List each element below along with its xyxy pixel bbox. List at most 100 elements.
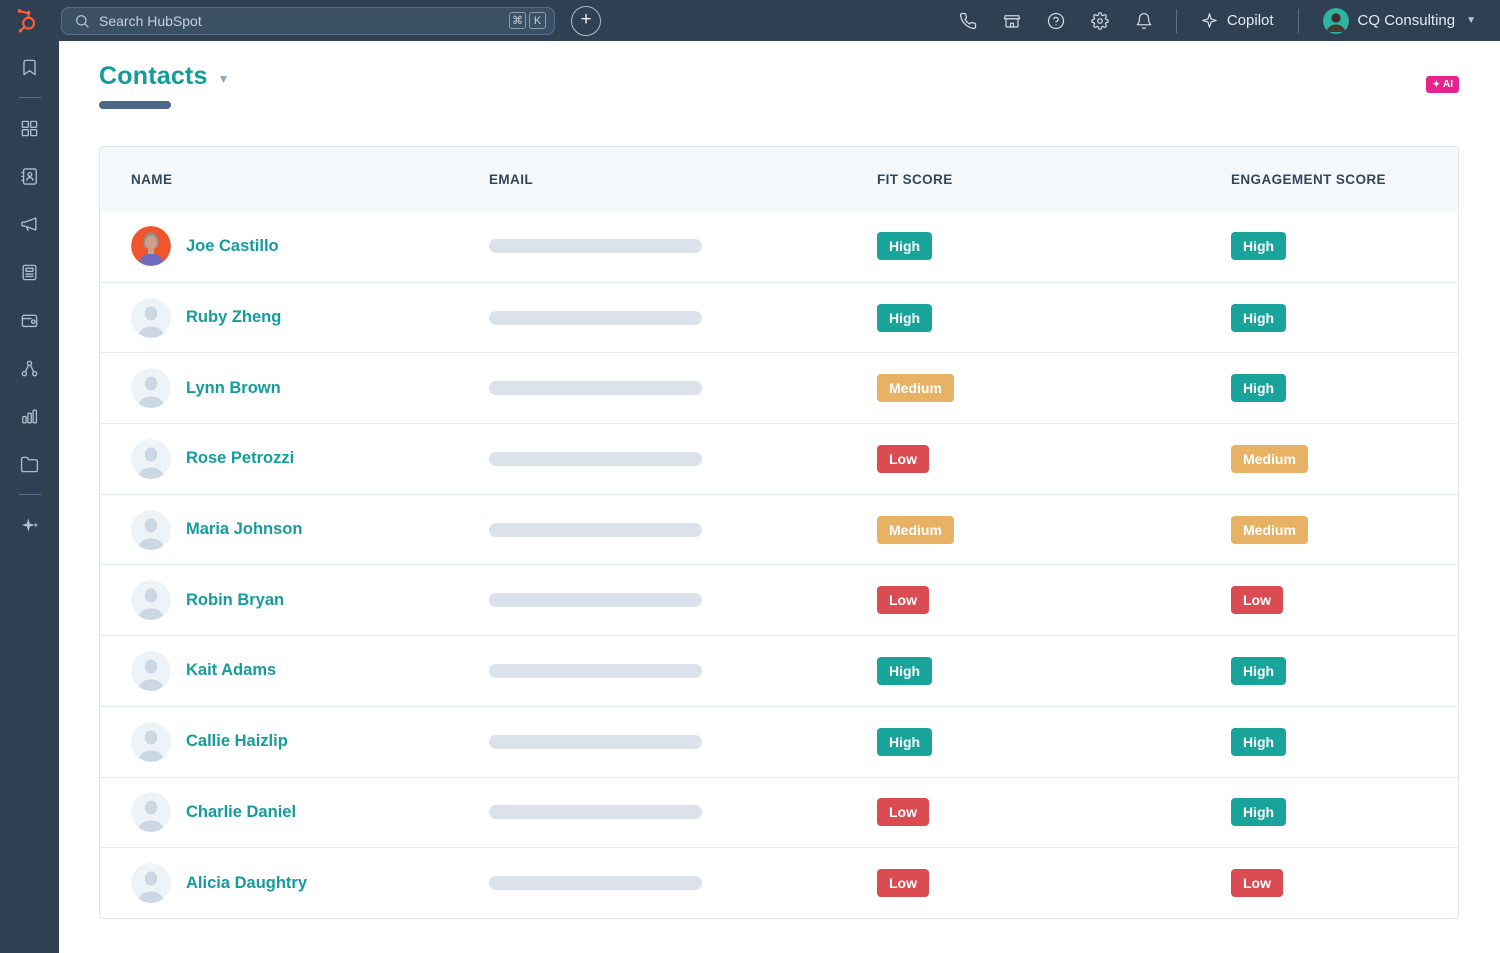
placeholder-avatar — [131, 651, 171, 691]
sidebar-item-marketing[interactable] — [0, 200, 59, 248]
email-placeholder-bar — [489, 239, 702, 253]
page-title-dropdown[interactable]: Contacts ▼ — [99, 62, 229, 91]
help-button[interactable] — [1034, 0, 1078, 41]
engagement-score-badge: Low — [1231, 586, 1283, 614]
search-input[interactable]: Search HubSpot ⌘ K — [61, 7, 555, 35]
email-placeholder-bar — [489, 593, 702, 607]
search-icon — [74, 13, 90, 29]
column-header-name[interactable]: NAME — [131, 172, 489, 187]
contact-name-link[interactable]: Callie Haizlip — [186, 732, 288, 751]
megaphone-marketing-icon — [20, 215, 39, 234]
marketplace-button[interactable] — [990, 0, 1034, 41]
bell-icon — [1135, 12, 1153, 30]
placeholder-avatar — [131, 510, 171, 550]
contact-name-link[interactable]: Joe Castillo — [186, 237, 279, 256]
content-document-icon — [20, 263, 39, 282]
table-row[interactable]: Robin Bryan Low Low — [100, 564, 1458, 635]
grid-workspaces-icon — [20, 119, 39, 138]
email-placeholder-bar — [489, 523, 702, 537]
email-placeholder-bar — [489, 664, 702, 678]
account-menu[interactable]: CQ Consulting ▼ — [1309, 8, 1482, 34]
contact-avatar — [131, 510, 171, 550]
fit-score-badge: High — [877, 232, 932, 260]
column-header-engagement-score[interactable]: ENGAGEMENT SCORE — [1231, 172, 1458, 187]
contact-name-link[interactable]: Maria Johnson — [186, 520, 302, 539]
contact-avatar — [131, 580, 171, 620]
sidebar-item-commerce[interactable] — [0, 296, 59, 344]
bar-chart-reporting-icon — [20, 407, 39, 426]
sidebar-item-crm[interactable] — [0, 152, 59, 200]
storefront-icon — [1003, 12, 1021, 30]
sidebar-item-content[interactable] — [0, 248, 59, 296]
sidebar-item-data[interactable] — [0, 440, 59, 488]
folder-data-icon — [20, 455, 39, 474]
placeholder-avatar — [131, 792, 171, 832]
contact-avatar — [131, 298, 171, 338]
notifications-button[interactable] — [1122, 0, 1166, 41]
contact-name-link[interactable]: Kait Adams — [186, 661, 276, 680]
placeholder-avatar — [131, 580, 171, 620]
table-row[interactable]: Joe Castillo High High — [100, 211, 1458, 282]
create-button[interactable]: + — [571, 6, 601, 36]
ai-badge[interactable]: ✦ AI — [1426, 76, 1459, 93]
contact-avatar — [131, 439, 171, 479]
settings-button[interactable] — [1078, 0, 1122, 41]
contact-name-link[interactable]: Ruby Zheng — [186, 308, 281, 327]
contact-name-link[interactable]: Alicia Daughtry — [186, 874, 307, 893]
account-avatar — [1323, 8, 1349, 34]
table-row[interactable]: Kait Adams High High — [100, 635, 1458, 706]
fit-score-badge: Low — [877, 798, 929, 826]
nav-divider — [1298, 9, 1299, 33]
placeholder-avatar — [131, 368, 171, 408]
engagement-score-badge: Medium — [1231, 445, 1308, 473]
chevron-down-icon: ▼ — [218, 72, 230, 86]
email-placeholder-bar — [489, 381, 702, 395]
contact-name-link[interactable]: Lynn Brown — [186, 379, 281, 398]
sidebar-item-copilot[interactable] — [0, 501, 59, 549]
cmd-key: ⌘ — [509, 12, 526, 29]
table-row[interactable]: Alicia Daughtry Low Low — [100, 847, 1458, 918]
table-row[interactable]: Charlie Daniel Low High — [100, 777, 1458, 848]
search-placeholder: Search HubSpot — [99, 13, 509, 29]
column-header-email[interactable]: EMAIL — [489, 172, 877, 187]
column-header-fit-score[interactable]: FIT SCORE — [877, 172, 1231, 187]
email-placeholder-bar — [489, 876, 702, 890]
table-row[interactable]: Ruby Zheng High High — [100, 282, 1458, 353]
contact-name-link[interactable]: Rose Petrozzi — [186, 449, 294, 468]
ai-badge-label: AI — [1443, 79, 1453, 90]
table-body: Joe Castillo High High Ruby Zheng High H… — [100, 211, 1458, 918]
table-row[interactable]: Rose Petrozzi Low Medium — [100, 423, 1458, 494]
table-row[interactable]: Lynn Brown Medium High — [100, 352, 1458, 423]
photo-avatar — [131, 226, 171, 266]
copilot-label: Copilot — [1227, 12, 1274, 29]
table-row[interactable]: Maria Johnson Medium Medium — [100, 494, 1458, 565]
contacts-table: NAME EMAIL FIT SCORE ENGAGEMENT SCORE Jo… — [99, 146, 1459, 919]
copilot-button[interactable]: Copilot — [1187, 12, 1288, 29]
fit-score-badge: High — [877, 728, 932, 756]
email-placeholder-bar — [489, 805, 702, 819]
engagement-score-badge: High — [1231, 232, 1286, 260]
sparkle-icon: ✦ — [1432, 79, 1440, 90]
phone-icon — [959, 12, 977, 30]
placeholder-avatar — [131, 863, 171, 903]
sidebar-navigation — [0, 41, 59, 953]
contact-avatar — [131, 722, 171, 762]
hubspot-logo-icon[interactable] — [10, 0, 44, 41]
calling-button[interactable] — [946, 0, 990, 41]
sidebar-item-reporting[interactable] — [0, 392, 59, 440]
sidebar-item-workspaces[interactable] — [0, 104, 59, 152]
engagement-score-badge: Medium — [1231, 516, 1308, 544]
fit-score-badge: Low — [877, 869, 929, 897]
sidebar-item-bookmarks[interactable] — [0, 43, 59, 91]
contact-name-link[interactable]: Charlie Daniel — [186, 803, 296, 822]
sidebar-divider — [19, 97, 41, 98]
placeholder-avatar — [131, 298, 171, 338]
automations-network-icon — [20, 359, 39, 378]
k-key: K — [529, 12, 546, 29]
contact-name-link[interactable]: Robin Bryan — [186, 591, 284, 610]
contact-avatar — [131, 226, 171, 266]
engagement-score-badge: High — [1231, 304, 1286, 332]
sidebar-item-automations[interactable] — [0, 344, 59, 392]
engagement-score-badge: High — [1231, 728, 1286, 756]
table-row[interactable]: Callie Haizlip High High — [100, 706, 1458, 777]
